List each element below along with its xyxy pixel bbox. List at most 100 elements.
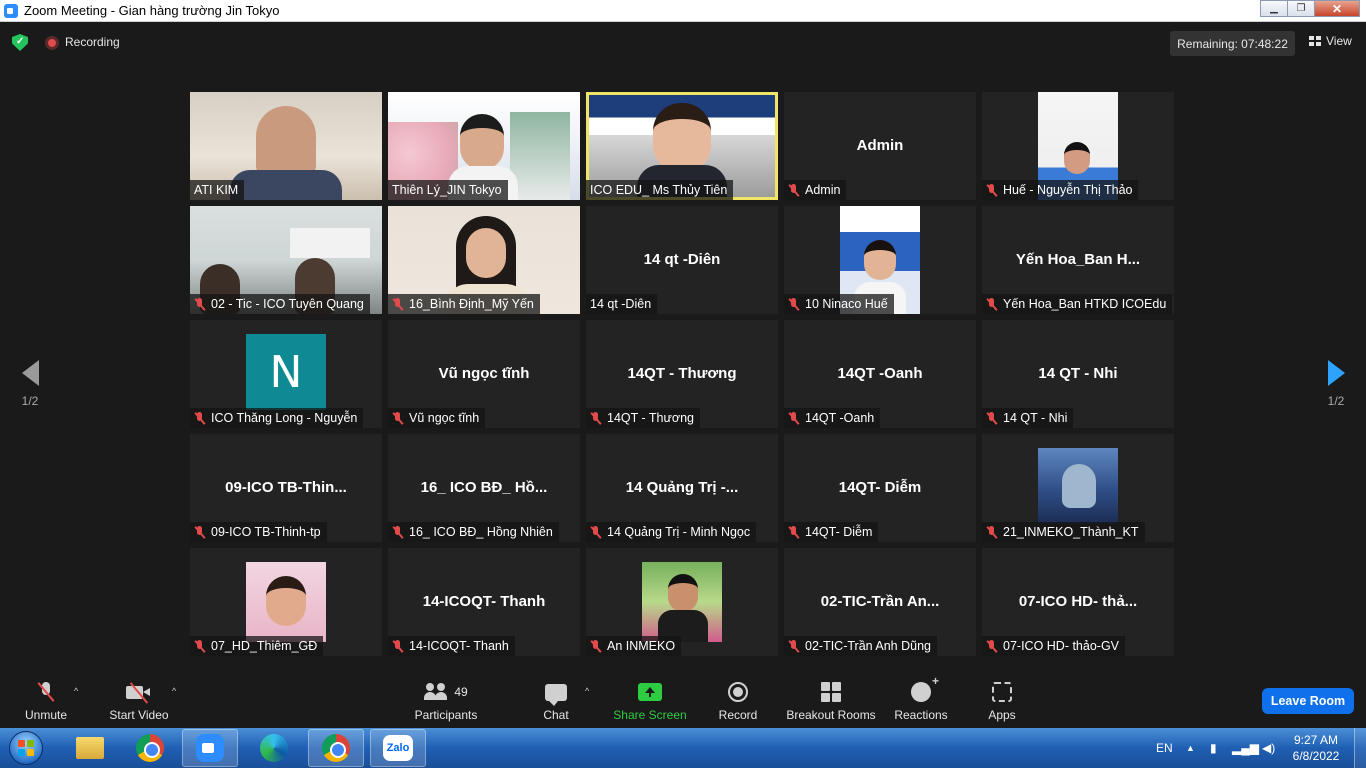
participant-name-label: 14QT- Diễm xyxy=(784,522,879,542)
network-signal-icon[interactable]: ▂▄▆ xyxy=(1232,728,1259,768)
participant-tile[interactable]: An INMEKO xyxy=(586,548,778,656)
participant-tile[interactable]: 14QT- Diễm 14QT- Diễm xyxy=(784,434,976,542)
unmute-label: Unmute xyxy=(24,708,68,722)
taskbar-chrome[interactable] xyxy=(122,729,178,767)
participant-tile[interactable]: ICO EDU_ Ms Thủy Tiên xyxy=(586,92,778,200)
tray-expand-icon[interactable]: ▲ xyxy=(1186,728,1195,768)
security-shield-icon[interactable]: ✓ xyxy=(12,34,28,51)
participants-button[interactable]: 49 Participants xyxy=(412,680,480,722)
participant-tile[interactable]: 14QT -Oanh 14QT -Oanh xyxy=(784,320,976,428)
chevron-left-icon xyxy=(21,360,39,386)
participant-name-label: 16_Bình Định_Mỹ Yến xyxy=(388,294,540,314)
start-video-button[interactable]: Start Video xyxy=(104,680,174,722)
close-button[interactable]: ✕ xyxy=(1314,0,1360,17)
next-page-button[interactable]: 1/2 xyxy=(1316,360,1356,408)
participant-tile[interactable]: 02 - Tic - ICO Tuyên Quang xyxy=(190,206,382,314)
language-indicator[interactable]: EN xyxy=(1156,728,1173,768)
view-button[interactable]: View xyxy=(1309,34,1352,48)
participant-tile[interactable]: 09-ICO TB-Thin... 09-ICO TB-Thinh-tp xyxy=(190,434,382,542)
muted-mic-icon xyxy=(194,411,205,425)
taskbar-file-explorer[interactable] xyxy=(62,729,118,767)
taskbar-zoom[interactable] xyxy=(182,729,238,767)
participant-tile[interactable]: 07-ICO HD- thả... 07-ICO HD- thảo-GV xyxy=(982,548,1174,656)
chat-options-caret-icon[interactable]: ^ xyxy=(585,686,589,696)
show-desktop-button[interactable] xyxy=(1354,728,1366,768)
participant-tile[interactable]: 21_INMEKO_Thành_KT xyxy=(982,434,1174,542)
participant-tile[interactable]: Vũ ngọc tĩnh Vũ ngọc tĩnh xyxy=(388,320,580,428)
record-icon xyxy=(728,682,748,702)
participant-name: 14QT - Thương xyxy=(607,411,694,425)
minimize-button[interactable]: ▁ xyxy=(1260,0,1288,17)
chat-button[interactable]: Chat xyxy=(536,680,576,722)
participants-icon xyxy=(424,683,448,701)
record-button[interactable]: Record xyxy=(714,680,762,722)
participant-name: 14 Quảng Trị - Minh Ngọc xyxy=(607,525,751,539)
breakout-rooms-button[interactable]: Breakout Rooms xyxy=(784,680,878,722)
participant-tile[interactable]: 10 Ninaco Huế xyxy=(784,206,976,314)
participant-tile[interactable]: Yến Hoa_Ban H... Yến Hoa_Ban HTKD ICOEdu xyxy=(982,206,1174,314)
start-button[interactable] xyxy=(4,728,48,768)
clock-time: 9:27 AM xyxy=(1293,733,1339,747)
recording-label[interactable]: Recording xyxy=(65,35,120,49)
participant-tile[interactable]: 14QT - Thương 14QT - Thương xyxy=(586,320,778,428)
participant-tile[interactable]: Admin Admin xyxy=(784,92,976,200)
muted-mic-icon xyxy=(590,639,601,653)
participant-tile[interactable]: 14-ICOQT- Thanh 14-ICOQT- Thanh xyxy=(388,548,580,656)
participant-name-label: ICO Thăng Long - Nguyễn xyxy=(190,408,364,428)
zalo-icon: Zalo xyxy=(383,735,413,761)
audio-options-caret-icon[interactable]: ^ xyxy=(74,686,78,696)
meeting-top-bar: ✓ Recording Remaining: 07:48:22 View xyxy=(0,22,1366,62)
participant-tile[interactable]: ATI KIM xyxy=(190,92,382,200)
participant-tile[interactable]: 16_Bình Định_Mỹ Yến xyxy=(388,206,580,314)
reactions-button[interactable]: Reactions xyxy=(892,674,950,722)
participant-name-label: 07_HD_Thiêm_GĐ xyxy=(190,636,324,656)
taskbar-chrome-profile[interactable] xyxy=(308,729,364,767)
share-screen-button[interactable]: Share Screen xyxy=(612,680,688,722)
zoom-app-icon xyxy=(4,3,18,18)
battery-icon[interactable]: ▮ xyxy=(1210,728,1217,768)
muted-mic-icon xyxy=(392,411,403,425)
participant-name-label: 14 Quảng Trị - Minh Ngọc xyxy=(586,522,757,542)
video-options-caret-icon[interactable]: ^ xyxy=(172,686,176,696)
participant-tile[interactable]: 02-TIC-Trần An... 02-TIC-Trần Anh Dũng xyxy=(784,548,976,656)
participant-name: Thiên Lý_JIN Tokyo xyxy=(392,183,502,197)
participant-name-label: 14 QT - Nhi xyxy=(982,408,1074,428)
participant-tile[interactable]: 07_HD_Thiêm_GĐ xyxy=(190,548,382,656)
system-clock[interactable]: 9:27 AM 6/8/2022 xyxy=(1290,732,1342,764)
apps-button[interactable]: Apps xyxy=(984,680,1020,722)
taskbar-edge[interactable] xyxy=(246,729,302,767)
grid-view-icon xyxy=(1309,36,1321,46)
muted-mic-icon xyxy=(986,411,997,425)
participant-tile[interactable]: 14 qt -Diên 14 qt -Diên xyxy=(586,206,778,314)
participant-name-label: An INMEKO xyxy=(586,636,682,656)
participant-tile[interactable]: Huế - Nguyễn Thị Thảo xyxy=(982,92,1174,200)
participant-name-label: 14-ICOQT- Thanh xyxy=(388,636,515,656)
participant-name-label: 16_ ICO BĐ_ Hồng Nhiên xyxy=(388,522,559,542)
participant-name: An INMEKO xyxy=(607,639,676,653)
maximize-button[interactable]: ❐ xyxy=(1287,0,1315,17)
participant-name: 02 - Tic - ICO Tuyên Quang xyxy=(211,297,364,311)
chat-bubble-icon xyxy=(545,683,567,706)
edge-icon xyxy=(260,734,288,762)
participants-count: 49 xyxy=(454,685,468,699)
reaction-smiley-icon xyxy=(911,674,939,702)
participant-name: Vũ ngọc tĩnh xyxy=(409,411,480,425)
participant-display-name: 14QT - Thương xyxy=(627,365,737,382)
participant-tile[interactable]: Thiên Lý_JIN Tokyo xyxy=(388,92,580,200)
unmute-button[interactable]: Unmute xyxy=(18,680,74,722)
participant-name-label: Yến Hoa_Ban HTKD ICOEdu xyxy=(982,294,1173,314)
participant-name-label: 09-ICO TB-Thinh-tp xyxy=(190,522,327,542)
leave-room-button[interactable]: Leave Room xyxy=(1262,688,1354,714)
taskbar-zalo[interactable]: Zalo xyxy=(370,729,426,767)
participant-name: 14QT -Oanh xyxy=(805,411,875,425)
previous-page-button[interactable]: 1/2 xyxy=(10,360,50,408)
volume-icon[interactable]: ◀) xyxy=(1262,728,1275,768)
remaining-time: Remaining: 07:48:22 xyxy=(1170,31,1295,56)
participants-label: Participants xyxy=(414,708,478,722)
participant-name: 16_Bình Định_Mỹ Yến xyxy=(409,297,534,311)
participant-tile[interactable]: 14 Quảng Trị -... 14 Quảng Trị - Minh Ngọ… xyxy=(586,434,778,542)
meeting-toolbar: Unmute ^ Start Video ^ 49 Participants C… xyxy=(0,672,1366,728)
participant-tile[interactable]: 14 QT - Nhi 14 QT - Nhi xyxy=(982,320,1174,428)
participant-tile[interactable]: N ICO Thăng Long - Nguyễn xyxy=(190,320,382,428)
participant-tile[interactable]: 16_ ICO BĐ_ Hồ... 16_ ICO BĐ_ Hồng Nhiên xyxy=(388,434,580,542)
